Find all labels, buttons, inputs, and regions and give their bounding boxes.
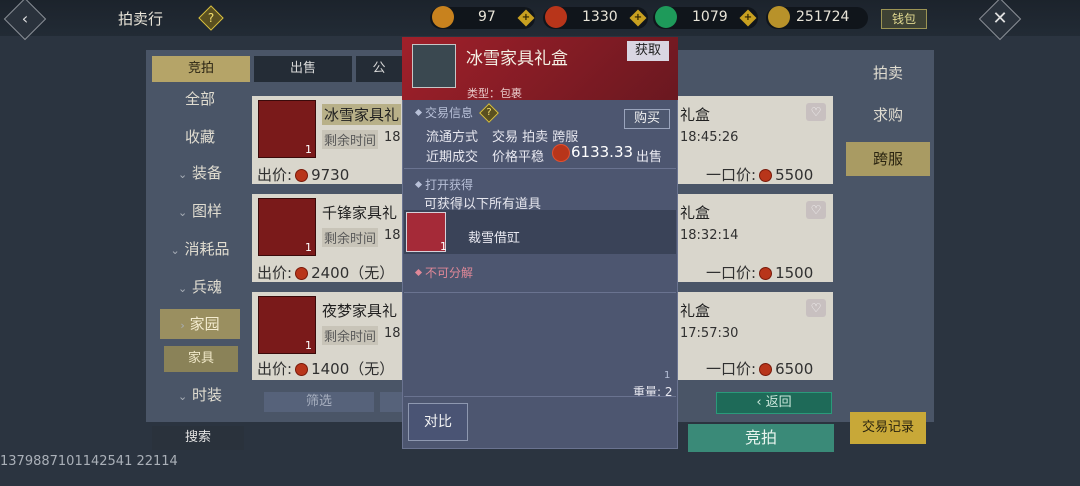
currency-value: 1330 — [582, 9, 618, 25]
buyout-price: 一口价: 1500 — [706, 264, 814, 282]
category-fashion[interactable]: ⌄ 时装 — [160, 380, 240, 410]
side-tab-request[interactable]: 求购 — [846, 98, 930, 132]
add-currency-button[interactable]: + — [517, 9, 535, 27]
open-section-header: 打开获得 — [414, 176, 473, 193]
footer-id: 1379887101142541 22114 — [0, 454, 178, 469]
filter-button[interactable]: 筛选 — [264, 392, 374, 412]
coin-icon — [295, 363, 309, 376]
tab-public[interactable]: 公 — [356, 56, 402, 82]
category-favorites[interactable]: 收藏 — [160, 122, 240, 152]
compare-button[interactable]: 对比 — [408, 403, 468, 441]
remaining-time-label: 剩余时间 — [322, 228, 379, 247]
item-title: 冰雪家具礼盒 — [466, 49, 568, 69]
remaining-time-label: 剩余时间 — [322, 130, 379, 149]
gold-coin-icon — [768, 6, 790, 28]
sell-link[interactable]: 出售 — [636, 146, 662, 165]
green-coin-icon — [655, 6, 677, 28]
remaining-time-label: 剩余时间 — [322, 326, 379, 345]
buyout-price: 一口价: 6500 — [706, 360, 814, 378]
obtain-button[interactable]: 获取 — [627, 41, 669, 61]
indivisible-label: 不可分解 — [414, 264, 473, 281]
trade-info-header: 交易信息 — [414, 104, 473, 121]
listing-name: 冰雪家具礼 — [322, 104, 402, 125]
tab-sell[interactable]: 出售 — [254, 56, 352, 82]
bid-price: 出价: 2400（无） — [257, 264, 395, 282]
chevron-down-icon: ⌄ — [177, 206, 188, 219]
category-home[interactable]: › 家园 — [160, 309, 240, 339]
recent-price: 6133.33 — [571, 143, 634, 161]
chevron-down-icon: ⌄ — [170, 244, 180, 257]
bid-price: 出价: 9730 — [257, 166, 350, 184]
tab-bid[interactable]: 竞拍 — [152, 56, 250, 82]
trade-record-button[interactable]: 交易记录 — [850, 412, 926, 444]
listing-name: 夜梦家具礼 — [322, 302, 398, 320]
chevron-right-icon: › — [180, 319, 185, 332]
bid-price: 出价: 1400（无） — [257, 360, 395, 378]
chevron-down-icon: ⌄ — [177, 390, 188, 403]
coin-icon — [759, 363, 773, 376]
buy-button[interactable]: 购买 — [624, 109, 670, 129]
category-all[interactable]: 全部 — [160, 84, 240, 114]
coin-icon — [759, 267, 773, 280]
back-page-button[interactable]: ‹ 返回 — [716, 392, 832, 414]
favorite-heart-icon[interactable]: ♡ — [806, 299, 826, 317]
currency-value: 1079 — [692, 9, 728, 25]
item-type: 类型：包裹 — [467, 87, 522, 100]
filter-extra — [380, 392, 402, 412]
reward-name: 裁雪借豇 — [468, 231, 521, 246]
red-coin-icon — [552, 144, 570, 162]
chevron-down-icon: ⌄ — [177, 282, 188, 295]
currency-value: 251724 — [796, 9, 850, 25]
wallet-button[interactable]: 钱包 — [881, 9, 927, 29]
listing-name: 千锋家具礼 — [322, 204, 398, 222]
chevron-left-icon: ‹ — [756, 395, 762, 410]
favorite-heart-icon[interactable]: ♡ — [806, 103, 826, 121]
add-currency-button[interactable]: + — [739, 9, 757, 27]
favorite-heart-icon[interactable]: ♡ — [806, 201, 826, 219]
category-patterns[interactable]: ⌄ 图样 — [160, 196, 240, 226]
chevron-down-icon: ⌄ — [177, 168, 188, 181]
category-soul[interactable]: ⌄ 兵魂 — [160, 272, 240, 302]
side-tab-auction[interactable]: 拍卖 — [846, 56, 930, 90]
coin-icon — [295, 267, 309, 280]
red-coin-icon — [545, 6, 567, 28]
subcategory-furniture[interactable]: 家具 — [164, 346, 238, 372]
chevron-left-icon: ‹ — [21, 9, 29, 28]
category-consumables[interactable]: ⌄ 消耗品 — [160, 234, 240, 264]
coin-icon — [759, 169, 773, 182]
buyout-price: 一口价: 5500 — [706, 166, 814, 184]
side-tab-cross-server[interactable]: 跨服 — [846, 142, 930, 176]
add-currency-button[interactable]: + — [629, 9, 647, 27]
bid-button[interactable]: 竞拍 — [688, 424, 834, 452]
search-button[interactable]: 搜索 — [152, 426, 244, 450]
page-title: 拍卖行 — [118, 10, 164, 28]
category-equipment[interactable]: ⌄ 装备 — [160, 158, 240, 188]
gift-box-icon — [412, 44, 456, 88]
jade-coin-icon — [432, 6, 454, 28]
coin-icon — [295, 169, 309, 182]
close-icon: ✕ — [992, 8, 1008, 29]
currency-value: 97 — [478, 9, 496, 25]
weight-label: 重量: 2 — [633, 385, 673, 399]
